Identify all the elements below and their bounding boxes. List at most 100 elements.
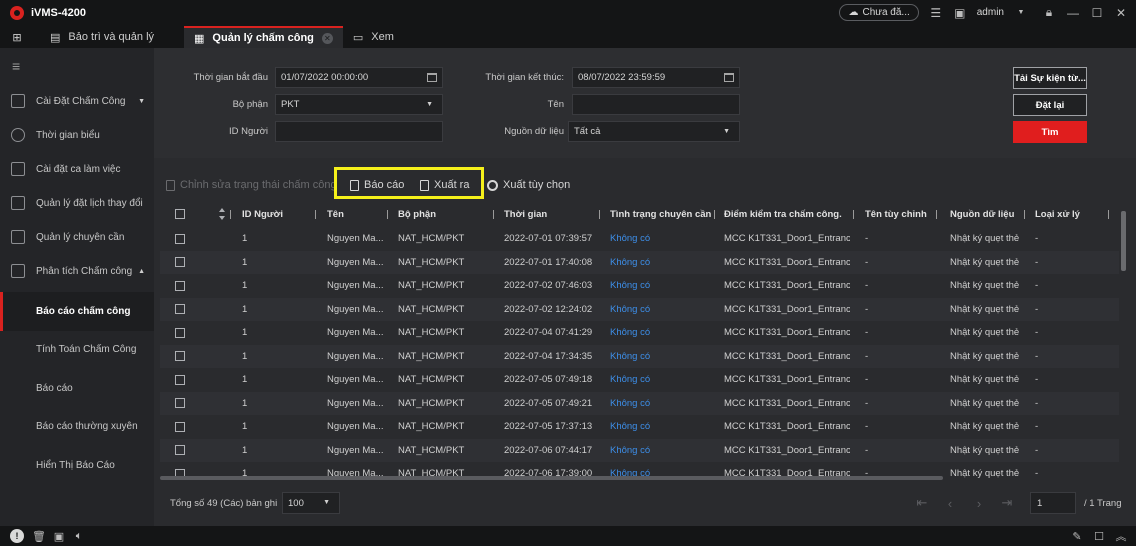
status-link[interactable]: Không có: [610, 392, 710, 416]
table-row[interactable]: 1 Nguyen Ma... NAT_HCM/PKT 2022-07-05 07:49…: [160, 368, 1119, 392]
load-events-button[interactable]: Tải Sự kiện từ...: [1013, 67, 1087, 89]
table-row[interactable]: 1 Nguyen Ma... NAT_HCM/PKT 2022-07-02 12:24…: [160, 297, 1119, 322]
next-page-icon[interactable]: ›: [972, 495, 986, 511]
row-checkbox[interactable]: [175, 351, 185, 362]
sidebar-subitem-report[interactable]: Báo cáo: [0, 369, 154, 408]
calendar-icon[interactable]: [724, 73, 734, 82]
maximize-icon[interactable]: ☐: [1090, 6, 1104, 20]
row-checkbox[interactable]: [175, 421, 185, 432]
column-header[interactable]: Nguồn dữ liệu: [950, 201, 1014, 227]
row-checkbox[interactable]: [175, 374, 185, 385]
table-row[interactable]: 1 Nguyen Ma... NAT_HCM/PKT 2022-07-06 07:44…: [160, 438, 1119, 463]
table-row[interactable]: 1 Nguyen Ma... NAT_HCM/PKT 2022-07-05 07:49…: [160, 391, 1119, 416]
sidebar-item-shift-settings[interactable]: Cài đặt ca làm việc: [0, 152, 154, 186]
sidebar-item-attendance-management[interactable]: Quản lý chuyên cần: [0, 220, 154, 254]
row-checkbox[interactable]: [175, 233, 185, 244]
tab-maintenance[interactable]: ▤ Bảo trì và quản lý: [40, 26, 164, 48]
user-name[interactable]: admin: [977, 7, 1004, 18]
module-grid-icon[interactable]: ⊞: [0, 26, 34, 48]
pin-icon[interactable]: ✎: [1070, 529, 1084, 543]
row-checkbox[interactable]: [175, 327, 185, 338]
table-row[interactable]: 1 Nguyen Ma... NAT_HCM/PKT 2022-07-05 17:37…: [160, 415, 1119, 439]
start-time-field[interactable]: 01/07/2022 00:00:00: [275, 67, 443, 88]
table-row[interactable]: 1 Nguyen Ma... NAT_HCM/PKT 2022-07-01 07:39…: [160, 227, 1119, 251]
row-checkbox[interactable]: [175, 280, 185, 291]
scrollbar-thumb[interactable]: [1121, 211, 1126, 271]
sort-icon[interactable]: [218, 201, 226, 227]
row-checkbox[interactable]: [175, 398, 185, 409]
table-row[interactable]: 1 Nguyen Ma... NAT_HCM/PKT 2022-07-04 17:34…: [160, 344, 1119, 369]
sidebar-item-schedule-change[interactable]: Quản lý đặt lịch thay đổi: [0, 186, 154, 220]
tab-close-icon[interactable]: ✕: [321, 32, 333, 44]
status-link[interactable]: Không có: [610, 227, 710, 251]
status-link[interactable]: Không có: [610, 298, 710, 322]
edit-status-button[interactable]: Chỉnh sửa trạng thái chấm công: [166, 171, 337, 199]
status-link[interactable]: Không có: [610, 321, 710, 345]
vertical-scrollbar[interactable]: [1121, 201, 1126, 479]
row-checkbox[interactable]: [175, 304, 185, 315]
column-header[interactable]: Bộ phận: [398, 201, 436, 227]
camera-icon[interactable]: ▣: [52, 529, 66, 543]
prev-page-icon[interactable]: ‹: [943, 495, 957, 511]
select-all-checkbox[interactable]: [175, 201, 185, 227]
menu-toggle-icon[interactable]: ≡: [0, 48, 154, 84]
end-time-field[interactable]: 08/07/2022 23:59:59: [572, 67, 740, 88]
row-checkbox[interactable]: [175, 257, 185, 268]
status-link[interactable]: Không có: [610, 415, 710, 439]
sidebar-subitem-report-display[interactable]: Hiển Thị Báo Cáo: [0, 446, 154, 485]
horizontal-scrollbar[interactable]: [160, 476, 943, 480]
column-header[interactable]: Loại xử lý: [1035, 201, 1080, 227]
minimize-icon[interactable]: —: [1066, 6, 1080, 20]
list-icon[interactable]: ☰: [929, 6, 943, 20]
image-icon[interactable]: ▣: [953, 6, 967, 20]
column-divider: [493, 210, 494, 219]
mute-icon[interactable]: 🔈︎: [72, 529, 86, 543]
first-page-icon[interactable]: ⇤: [915, 495, 929, 511]
checkbox[interactable]: [175, 209, 185, 219]
sidebar-subitem-attendance-report[interactable]: Báo cáo chấm công: [0, 292, 154, 331]
status-link[interactable]: Không có: [610, 368, 710, 392]
sidebar-item-timetable[interactable]: Thời gian biểu: [0, 118, 154, 152]
last-page-icon[interactable]: ⇥: [1000, 495, 1014, 511]
alarm-icon[interactable]: !: [10, 529, 24, 543]
column-header[interactable]: Điểm kiểm tra chấm công.: [724, 201, 842, 227]
tab-attendance[interactable]: ▦ Quản lý chấm công ✕: [184, 26, 343, 48]
trash-icon[interactable]: 🗑︎: [32, 529, 46, 543]
fullscreen-icon[interactable]: ☐: [1092, 529, 1106, 543]
cloud-status-button[interactable]: ☁ Chưa đă...: [839, 4, 919, 21]
column-header[interactable]: Thời gian: [504, 201, 547, 227]
user-dropdown-icon[interactable]: ▼: [1014, 6, 1028, 20]
status-link[interactable]: Không có: [610, 439, 710, 463]
close-icon[interactable]: ✕: [1114, 6, 1128, 20]
status-link[interactable]: Không có: [610, 251, 710, 275]
table-row[interactable]: 1 Nguyen Ma... NAT_HCM/PKT 2022-07-04 07:41…: [160, 321, 1119, 345]
status-link[interactable]: Không có: [610, 345, 710, 369]
name-field[interactable]: [572, 94, 740, 115]
tab-view[interactable]: ▭ Xem: [343, 26, 404, 48]
sidebar-subitem-regular-report[interactable]: Báo cáo thường xuyên: [0, 408, 154, 447]
export-custom-button[interactable]: Xuất tùy chọn: [487, 171, 570, 199]
sidebar-item-attendance-analysis[interactable]: Phân tích Chấm công ▲: [0, 254, 154, 288]
column-header[interactable]: Tình trạng chuyên cần: [610, 201, 711, 227]
sort-icon[interactable]: [218, 207, 226, 221]
source-select[interactable]: Tất cả ▼: [568, 121, 740, 142]
sidebar-item-attendance-settings[interactable]: Cài Đặt Chấm Công ▼: [0, 84, 154, 118]
search-button[interactable]: Tìm: [1013, 121, 1087, 143]
department-select[interactable]: PKT ▼: [275, 94, 443, 115]
status-link[interactable]: Không có: [610, 274, 710, 298]
lock-icon[interactable]: 🔒︎: [1042, 5, 1056, 20]
row-checkbox[interactable]: [175, 445, 185, 456]
page-number-input[interactable]: 1: [1030, 492, 1076, 514]
sidebar-subitem-calculate[interactable]: Tính Toán Chấm Công: [0, 331, 154, 370]
table-row[interactable]: 1 Nguyen Ma... NAT_HCM/PKT 2022-07-02 07:46…: [160, 274, 1119, 298]
person-id-field[interactable]: [275, 121, 443, 142]
reset-button[interactable]: Đặt lại: [1013, 94, 1087, 116]
table-row[interactable]: 1 Nguyen Ma... NAT_HCM/PKT 2022-07-01 17:40…: [160, 250, 1119, 275]
collapse-icon[interactable]: ︽: [1114, 529, 1128, 543]
column-header[interactable]: Tên tùy chỉnh: [865, 201, 927, 227]
sidebar-item-label: Cài đặt ca làm việc: [36, 163, 121, 175]
calendar-icon[interactable]: [427, 73, 437, 82]
column-header[interactable]: Tên: [327, 201, 344, 227]
column-header[interactable]: ID Người: [242, 201, 283, 227]
page-size-select[interactable]: 100 ▼: [282, 492, 340, 514]
